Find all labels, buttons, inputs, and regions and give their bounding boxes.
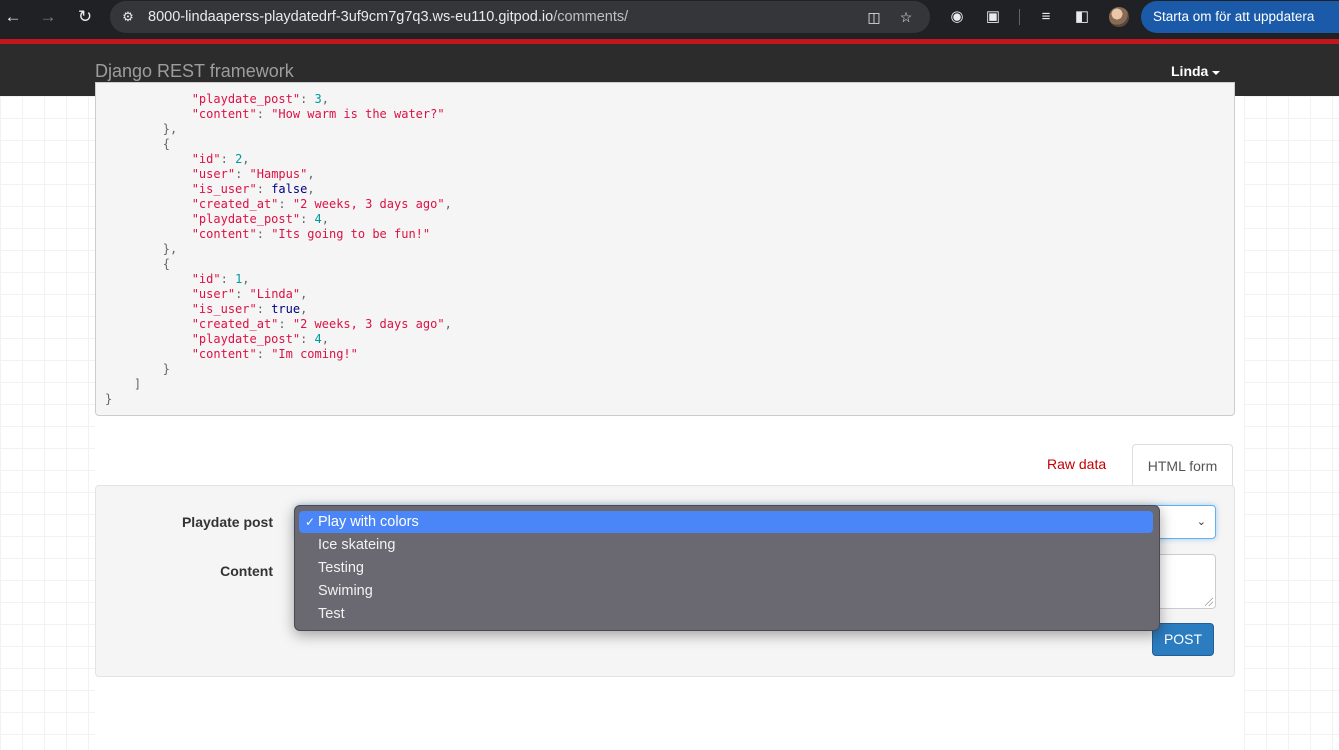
option-test[interactable]: Test xyxy=(299,603,1153,625)
json-line: "user": "Linda", xyxy=(191,287,308,301)
forward-arrow-icon[interactable]: → xyxy=(37,6,59,28)
json-line: }, xyxy=(162,242,178,256)
json-line: ] xyxy=(133,377,142,391)
reload-icon[interactable]: ↻ xyxy=(74,6,96,28)
json-line: "created_at": "2 weeks, 3 days ago", xyxy=(191,197,452,211)
json-line: }, xyxy=(162,122,178,136)
option-swiming[interactable]: Swiming xyxy=(299,580,1153,602)
response-json: "playdate_post": 3, "content": "How warm… xyxy=(105,92,452,407)
update-button[interactable]: Starta om för att uppdatera xyxy=(1141,1,1339,33)
json-line: { xyxy=(162,137,171,151)
toolbar-divider xyxy=(1019,9,1020,25)
json-line: "id": 2, xyxy=(191,152,250,166)
json-line: } xyxy=(162,362,171,376)
json-line: "content": "Im coming!" xyxy=(191,347,358,361)
url-text[interactable]: 8000-lindaaperss-playdatedrf-3uf9cm7g7q3… xyxy=(148,9,628,25)
translate-icon[interactable]: ◫ xyxy=(865,8,883,26)
site-settings-icon[interactable]: ⚙ xyxy=(120,9,136,25)
extensions-puzzle-icon[interactable]: ▣ xyxy=(983,7,1003,27)
profile-avatar[interactable] xyxy=(1109,7,1129,27)
json-line: } xyxy=(105,392,113,406)
back-arrow-icon[interactable]: ← xyxy=(2,6,24,28)
chevron-down-icon: ⌄ xyxy=(1196,516,1206,528)
playdate-post-label: Playdate post xyxy=(181,514,273,530)
post-button[interactable]: POST xyxy=(1152,623,1214,656)
json-line: "playdate_post": 3, xyxy=(191,92,329,106)
tab-raw-data[interactable]: Raw data xyxy=(1047,456,1106,472)
caret-down-icon[interactable] xyxy=(1212,71,1220,75)
media-queue-icon[interactable]: ≡ xyxy=(1036,7,1056,27)
option-ice-skateing[interactable]: Ice skateing xyxy=(299,534,1153,556)
json-line: "content": "Its going to be fun!" xyxy=(191,227,431,241)
extension-shield-icon[interactable]: ◉ xyxy=(947,7,967,27)
playdate-post-dropdown: ✓ Play with colors Ice skateing Testing … xyxy=(294,505,1160,631)
option-play-with-colors[interactable]: ✓ Play with colors xyxy=(299,511,1153,533)
json-line: "id": 1, xyxy=(191,272,250,286)
browser-toolbar: ← → ↻ ⚙ 8000-lindaaperss-playdatedrf-3uf… xyxy=(0,0,1339,34)
json-line: "playdate_post": 4, xyxy=(191,332,329,346)
address-bar[interactable]: ⚙ 8000-lindaaperss-playdatedrf-3uf9cm7g7… xyxy=(110,1,930,33)
content-label: Content xyxy=(220,563,273,579)
json-line: { xyxy=(162,257,171,271)
json-line: "playdate_post": 4, xyxy=(191,212,329,226)
checkmark-icon: ✓ xyxy=(305,515,316,529)
json-line: "content": "How warm is the water?" xyxy=(191,107,445,121)
resize-handle-icon[interactable] xyxy=(1205,598,1213,606)
json-line: "is_user": false, xyxy=(191,182,315,196)
side-panel-icon[interactable]: ◧ xyxy=(1072,7,1092,27)
bookmark-star-icon[interactable]: ☆ xyxy=(897,8,915,26)
brand-link[interactable]: Django REST framework xyxy=(95,61,294,82)
json-line: "is_user": true, xyxy=(191,302,308,316)
user-menu[interactable]: Linda xyxy=(1171,63,1208,79)
json-line: "user": "Hampus", xyxy=(191,167,315,181)
option-testing[interactable]: Testing xyxy=(299,557,1153,579)
response-body: "playdate_post": 3, "content": "How warm… xyxy=(95,82,1235,416)
background-grid-left xyxy=(0,96,95,750)
tab-html-form[interactable]: HTML form xyxy=(1132,444,1233,486)
background-grid-right xyxy=(1244,96,1339,750)
json-line: "created_at": "2 weeks, 3 days ago", xyxy=(191,317,452,331)
